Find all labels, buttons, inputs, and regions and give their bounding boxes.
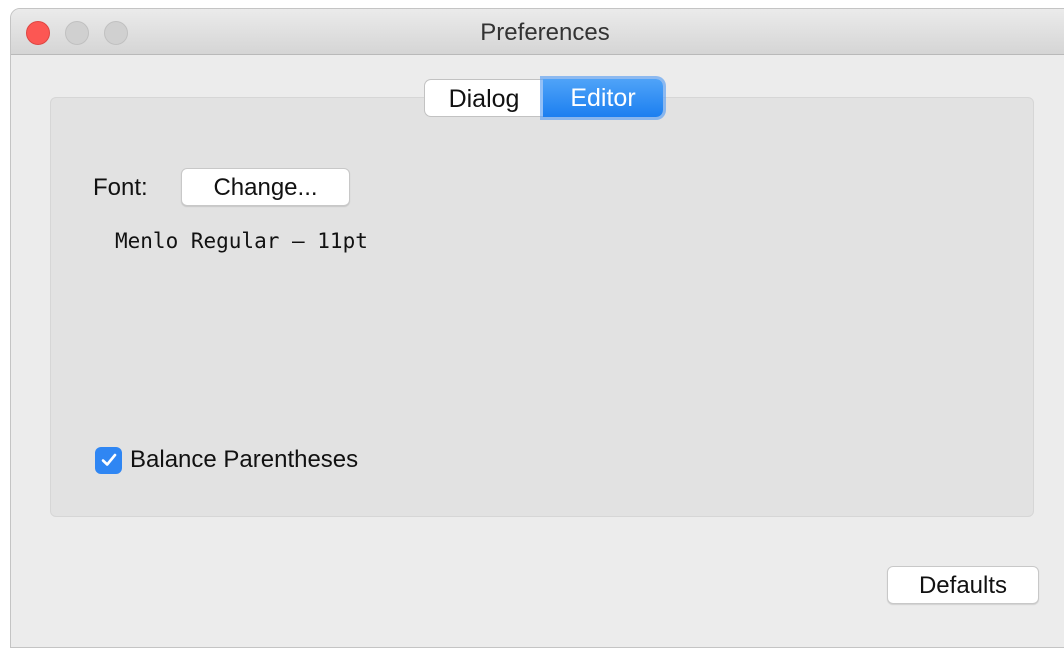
balance-parentheses-checkbox[interactable] xyxy=(95,446,122,474)
checkmark-icon xyxy=(101,453,116,466)
font-description: Menlo Regular – 11pt xyxy=(115,229,368,253)
balance-parentheses-label: Balance Parentheses xyxy=(130,446,359,473)
tab-editor[interactable]: Editor xyxy=(543,79,663,117)
balance-parentheses-option[interactable]: Balance Parentheses xyxy=(95,446,358,474)
change-font-button[interactable]: Change... xyxy=(181,168,350,206)
window-title: Preferences xyxy=(480,19,610,46)
defaults-button[interactable]: Defaults xyxy=(887,566,1039,604)
title-bar[interactable]: Preferences xyxy=(11,9,1064,55)
tab-dialog[interactable]: Dialog xyxy=(424,79,543,117)
font-label: Font: xyxy=(93,174,148,201)
preferences-window: Preferences Dialog Editor Font: Change..… xyxy=(10,8,1064,648)
tab-bar: Dialog Editor xyxy=(424,79,663,117)
